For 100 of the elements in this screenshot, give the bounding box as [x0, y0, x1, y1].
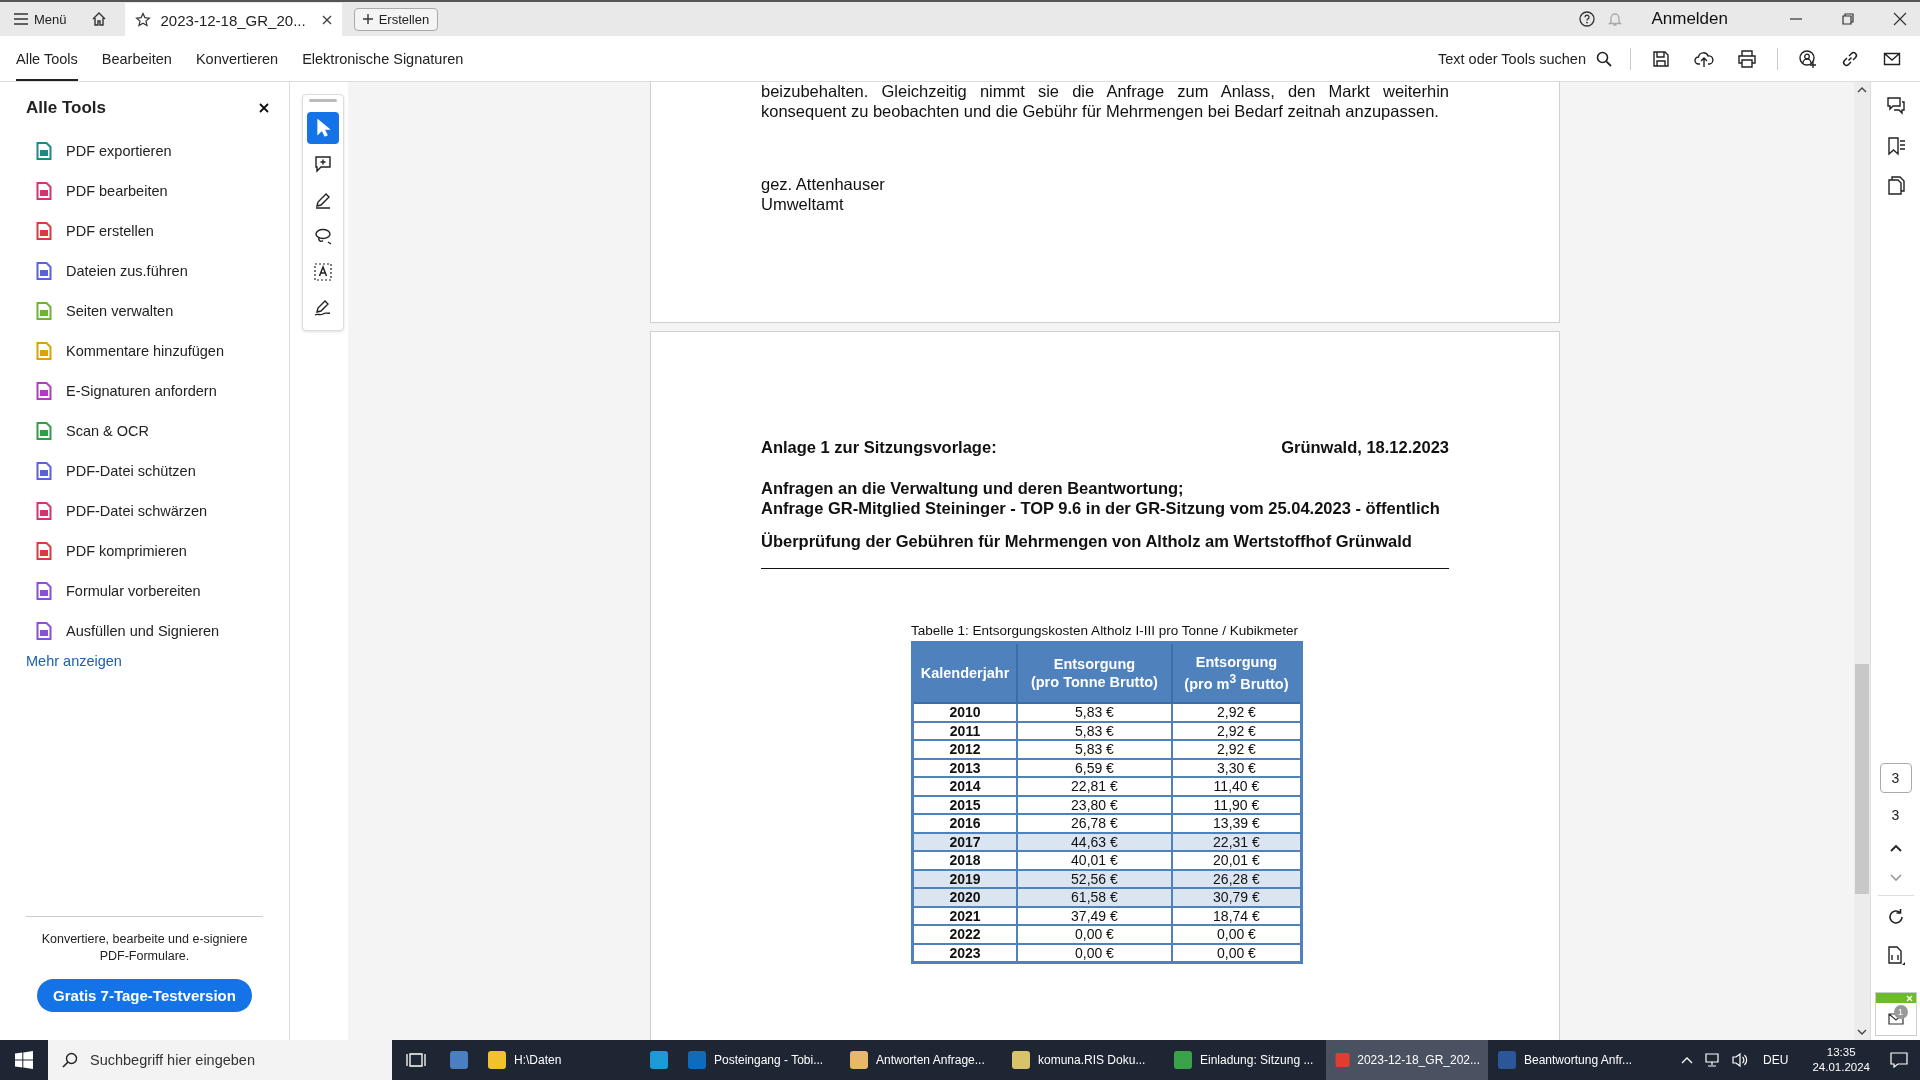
pointer-tool-button[interactable] [307, 112, 339, 144]
column-header: Entsorgung (pro Tonne Brutto) [1017, 642, 1172, 703]
tab[interactable]: Konvertieren [195, 36, 279, 81]
table-cell: 2018 [912, 851, 1017, 870]
tab[interactable]: Elektronische Signaturen [302, 36, 464, 81]
scrollbar-thumb[interactable] [1855, 664, 1869, 894]
table-cell: 2010 [912, 703, 1017, 722]
comments-icon[interactable] [1885, 96, 1906, 116]
tab[interactable]: Alle Tools [16, 36, 78, 81]
comment-plus-icon [314, 155, 332, 173]
help-icon[interactable] [1579, 11, 1596, 27]
search-field[interactable]: Text oder Tools suchen [1437, 50, 1612, 67]
page-number-field[interactable]: 3 [1879, 763, 1912, 793]
page-total: 3 [1891, 807, 1900, 823]
close-icon[interactable] [259, 103, 269, 113]
table-cell: 0,00 € [1017, 925, 1172, 944]
column-header: Entsorgung (pro m$^{3}$ Brutto) [1171, 642, 1302, 703]
sidebar-item[interactable]: Dateien zus.führen [26, 251, 289, 291]
add-user-icon[interactable] [1799, 49, 1817, 68]
taskbar-app[interactable]: komuna.RIS Doku... [1002, 1040, 1164, 1080]
cursor-icon [315, 119, 331, 137]
paragraph: beizubehalten. Gleichzeitig nimmt sie die Anfrage zum Anlass, den Markt weiterhin konsequent zu beobachten und die Gebühr für Mehrmengen bei Bedarf zeitnah anzupassen. [761, 82, 1449, 121]
create-button[interactable]: Erstellen [353, 7, 439, 31]
sidebar-title: Alle Tools [26, 98, 106, 118]
taskbar-search-field[interactable]: Suchbegriff hier eingeben [48, 1040, 392, 1080]
search-icon [62, 1052, 78, 1068]
more-link[interactable]: Mehr anzeigen [26, 653, 289, 669]
menu-icon [14, 13, 28, 25]
notification-badge: 1 [1893, 1005, 1908, 1019]
star-icon[interactable] [134, 12, 151, 28]
chevron-up-icon[interactable] [1888, 843, 1903, 853]
sidebar-item[interactable]: Kommentare hinzufügen [26, 331, 289, 371]
restore-icon[interactable] [1841, 12, 1855, 26]
speaker-icon[interactable] [1731, 1052, 1750, 1068]
subject-line: Anfrage GR-Mitglied Steininger - TOP 9.6 in der GR-Sitzung vom 25.04.2023 - öffentlich [761, 498, 1441, 518]
sign-in-button[interactable]: Anmelden [1645, 8, 1734, 30]
taskbar-app[interactable]: Beantwortung Anfr... [1488, 1040, 1650, 1080]
taskbar-app[interactable]: Antworten Anfrage... [840, 1040, 1002, 1080]
taskbar-app[interactable]: Einladung: Sitzung ... [1164, 1040, 1326, 1080]
place-date: Grünwald, 18.12.2023 [1281, 438, 1449, 457]
signature-line: Umweltamt [761, 194, 845, 214]
plus-icon [362, 14, 373, 24]
close-icon[interactable] [1893, 12, 1907, 26]
home-icon[interactable] [90, 11, 107, 27]
language-indicator[interactable]: DEU [1763, 1053, 1789, 1067]
sidebar-item[interactable]: PDF erstellen [26, 211, 289, 251]
table-cell: 22,81 € [1017, 777, 1172, 796]
print-icon[interactable] [1738, 49, 1756, 68]
sidebar-item[interactable]: Seiten verwalten [26, 291, 289, 331]
signature-pen-icon [314, 299, 332, 317]
sidebar-item[interactable]: Formular vorbereiten [26, 571, 289, 611]
table-cell: 2011 [912, 721, 1017, 740]
network-icon[interactable] [1703, 1052, 1722, 1068]
promo-text: Konvertiere, bearbeite und e-signiere PDF-Formulare. [40, 931, 249, 965]
save-icon[interactable] [1652, 49, 1670, 68]
sidebar-item[interactable]: PDF-Datei schwärzen [26, 491, 289, 531]
table-cell: 5,83 € [1017, 703, 1172, 722]
tab-title: 2023-12-18_GR_20... [160, 11, 306, 29]
document-tab[interactable]: 2023-12-18_GR_20... [124, 3, 342, 37]
trial-button[interactable]: Gratis 7-Tage-Testversion [37, 979, 252, 1012]
sidebar-item[interactable]: PDF-Datei schützen [26, 451, 289, 491]
refresh-icon[interactable] [1886, 908, 1905, 926]
sidebar-item[interactable]: E-Signaturen anfordern [26, 371, 289, 411]
table-cell: 23,80 € [1017, 795, 1172, 814]
attachment-label: Anlage 1 zur Sitzungsvorlage: [761, 438, 997, 457]
table-cell: 40,01 € [1017, 851, 1172, 870]
table-cell: 2012 [912, 740, 1017, 759]
pages-icon[interactable] [1885, 176, 1906, 196]
table-cell: 5,83 € [1017, 721, 1172, 740]
taskbar-app[interactable]: 2023-12-18_GR_202... [1326, 1040, 1488, 1080]
sidebar-item[interactable]: Ausfüllen und Signieren [26, 611, 289, 651]
pen-icon [314, 191, 332, 209]
scroll-up-icon[interactable] [1857, 86, 1867, 94]
clock[interactable]: 13:35 24.01.2024 [1812, 1045, 1870, 1075]
scroll-down-icon[interactable] [1857, 1028, 1867, 1036]
windows-logo-icon[interactable] [15, 1051, 33, 1069]
link-icon[interactable] [1841, 49, 1859, 68]
actual-size-icon[interactable] [1885, 946, 1906, 966]
notifications-icon[interactable] [1890, 1052, 1908, 1068]
subject-line: Anfragen an die Verwaltung und deren Beantwortung; [761, 479, 1185, 499]
sidebar-item[interactable]: PDF bearbeiten [26, 171, 289, 211]
table-cell: 2013 [912, 758, 1017, 777]
tab[interactable]: Bearbeiten [101, 36, 172, 81]
table-cell: 2014 [912, 777, 1017, 796]
signature-line: gez. Attenhauser [761, 175, 886, 195]
taskbar-app[interactable]: Posteingang - Tobi... [678, 1040, 840, 1080]
table-cell: 2015 [912, 795, 1017, 814]
chevron-down-icon[interactable] [1888, 873, 1903, 883]
task-view-icon[interactable] [406, 1052, 426, 1068]
lasso-icon [314, 227, 332, 245]
close-icon[interactable] [321, 15, 332, 25]
sidebar-item[interactable]: PDF komprimieren [26, 531, 289, 571]
cloud-upload-icon[interactable] [1694, 49, 1714, 68]
menu-button[interactable]: Menü [8, 7, 73, 31]
bookmark-icon[interactable] [1885, 136, 1906, 156]
table-cell: 5,83 € [1017, 740, 1172, 759]
table-cell: 2022 [912, 925, 1017, 944]
sidebar-item[interactable]: PDF exportieren [26, 131, 289, 171]
taskbar-app[interactable]: H:\Daten [478, 1040, 640, 1080]
sidebar-item[interactable]: Scan & OCR [26, 411, 289, 451]
